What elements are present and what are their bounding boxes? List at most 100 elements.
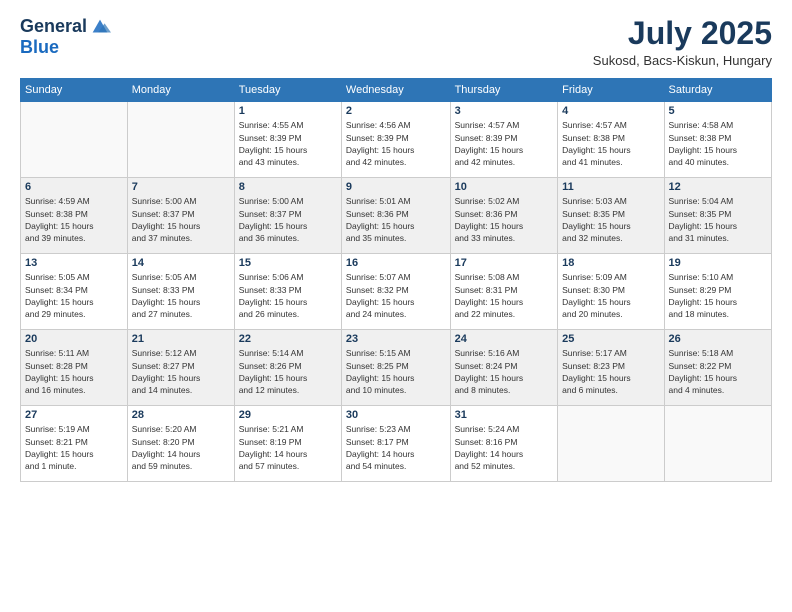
logo-icon [89,16,111,38]
day-number: 3 [455,105,554,117]
calendar-cell: 4Sunrise: 4:57 AM Sunset: 8:38 PM Daylig… [558,102,664,178]
calendar-header-row: Sunday Monday Tuesday Wednesday Thursday… [21,79,772,102]
day-number: 12 [669,181,767,193]
calendar-cell: 11 Sunrise: 5:03 AM Sunset: 8:35 PM Dayli… [558,178,664,254]
day-info: Sunrise: 5:00 AM Sunset: 8:37 PM Dayligh… [239,195,337,244]
day-info: Sunrise: 4:57 AM Sunset: 8:39 PM Dayligh… [455,119,554,168]
day-number: 20 [25,333,123,345]
day-number: 26 [669,333,767,345]
calendar-cell: 12 Sunrise: 5:04 AM Sunset: 8:35 PM Dayli… [664,178,771,254]
day-number: 29 [239,409,337,421]
title-section: July 2025 Sukosd, Bacs-Kiskun, Hungary [593,16,772,68]
day-number: 5 [669,105,767,117]
day-info: Sunrise: 4:56 AM Sunset: 8:39 PM Dayligh… [346,119,446,168]
day-info: Sunrise: 5:03 AM Sunset: 8:35 PM Dayligh… [562,195,659,244]
calendar-cell: 19 Sunrise: 5:10 AM Sunset: 8:29 PM Dayli… [664,254,771,330]
day-info: Sunrise: 5:17 AM Sunset: 8:23 PM Dayligh… [562,347,659,396]
day-info: Sunrise: 5:05 AM Sunset: 8:33 PM Dayligh… [132,271,230,320]
day-number: 17 [455,257,554,269]
day-number: 6 [25,181,123,193]
logo-text-line1: General [20,17,87,37]
day-number: 30 [346,409,446,421]
calendar-row-2: 6 Sunrise: 4:59 AM Sunset: 8:38 PM Daylig… [21,178,772,254]
calendar-row-3: 13 Sunrise: 5:05 AM Sunset: 8:34 PM Dayli… [21,254,772,330]
calendar-cell: 14 Sunrise: 5:05 AM Sunset: 8:33 PM Dayli… [127,254,234,330]
day-info: Sunrise: 4:59 AM Sunset: 8:38 PM Dayligh… [25,195,123,244]
day-number: 28 [132,409,230,421]
header: General Blue July 2025 Sukosd, Bacs-Kisk… [20,16,772,68]
day-number: 18 [562,257,659,269]
day-number: 24 [455,333,554,345]
day-info: Sunrise: 5:09 AM Sunset: 8:30 PM Dayligh… [562,271,659,320]
day-number: 11 [562,181,659,193]
calendar-row-4: 20Sunrise: 5:11 AM Sunset: 8:28 PM Dayli… [21,330,772,406]
calendar-cell [558,406,664,482]
calendar-row-1: 1Sunrise: 4:55 AM Sunset: 8:39 PM Daylig… [21,102,772,178]
calendar-cell: 15 Sunrise: 5:06 AM Sunset: 8:33 PM Dayli… [234,254,341,330]
calendar-cell: 26Sunrise: 5:18 AM Sunset: 8:22 PM Dayli… [664,330,771,406]
calendar-cell: 29 Sunrise: 5:21 AM Sunset: 8:19 PM Dayli… [234,406,341,482]
day-number: 16 [346,257,446,269]
day-number: 15 [239,257,337,269]
calendar-row-5: 27 Sunrise: 5:19 AM Sunset: 8:21 PM Dayli… [21,406,772,482]
day-info: Sunrise: 5:06 AM Sunset: 8:33 PM Dayligh… [239,271,337,320]
day-number: 21 [132,333,230,345]
day-number: 25 [562,333,659,345]
day-info: Sunrise: 5:01 AM Sunset: 8:36 PM Dayligh… [346,195,446,244]
day-info: Sunrise: 5:19 AM Sunset: 8:21 PM Dayligh… [25,423,123,472]
calendar-cell [664,406,771,482]
day-info: Sunrise: 5:14 AM Sunset: 8:26 PM Dayligh… [239,347,337,396]
location-subtitle: Sukosd, Bacs-Kiskun, Hungary [593,53,772,68]
calendar-cell: 5 Sunrise: 4:58 AM Sunset: 8:38 PM Daylig… [664,102,771,178]
day-number: 2 [346,105,446,117]
calendar-cell: 24 Sunrise: 5:16 AM Sunset: 8:24 PM Dayli… [450,330,558,406]
page: General Blue July 2025 Sukosd, Bacs-Kisk… [0,0,792,612]
header-thursday: Thursday [450,79,558,102]
calendar-cell: 20Sunrise: 5:11 AM Sunset: 8:28 PM Dayli… [21,330,128,406]
day-info: Sunrise: 5:12 AM Sunset: 8:27 PM Dayligh… [132,347,230,396]
day-number: 19 [669,257,767,269]
calendar-cell [21,102,128,178]
day-info: Sunrise: 5:16 AM Sunset: 8:24 PM Dayligh… [455,347,554,396]
calendar-cell: 25 Sunrise: 5:17 AM Sunset: 8:23 PM Dayli… [558,330,664,406]
calendar-cell: 27 Sunrise: 5:19 AM Sunset: 8:21 PM Dayli… [21,406,128,482]
day-info: Sunrise: 5:00 AM Sunset: 8:37 PM Dayligh… [132,195,230,244]
day-info: Sunrise: 5:04 AM Sunset: 8:35 PM Dayligh… [669,195,767,244]
calendar-cell: 31 Sunrise: 5:24 AM Sunset: 8:16 PM Dayli… [450,406,558,482]
calendar-cell: 16 Sunrise: 5:07 AM Sunset: 8:32 PM Dayli… [341,254,450,330]
day-info: Sunrise: 5:10 AM Sunset: 8:29 PM Dayligh… [669,271,767,320]
day-info: Sunrise: 4:58 AM Sunset: 8:38 PM Dayligh… [669,119,767,168]
day-info: Sunrise: 5:23 AM Sunset: 8:17 PM Dayligh… [346,423,446,472]
calendar-table: Sunday Monday Tuesday Wednesday Thursday… [20,78,772,482]
day-number: 10 [455,181,554,193]
calendar-cell: 1Sunrise: 4:55 AM Sunset: 8:39 PM Daylig… [234,102,341,178]
day-info: Sunrise: 5:20 AM Sunset: 8:20 PM Dayligh… [132,423,230,472]
header-tuesday: Tuesday [234,79,341,102]
day-info: Sunrise: 5:24 AM Sunset: 8:16 PM Dayligh… [455,423,554,472]
logo-text-line2: Blue [20,38,59,58]
day-number: 9 [346,181,446,193]
day-info: Sunrise: 5:05 AM Sunset: 8:34 PM Dayligh… [25,271,123,320]
day-number: 27 [25,409,123,421]
day-number: 23 [346,333,446,345]
day-info: Sunrise: 5:02 AM Sunset: 8:36 PM Dayligh… [455,195,554,244]
header-wednesday: Wednesday [341,79,450,102]
day-number: 14 [132,257,230,269]
calendar-cell: 10 Sunrise: 5:02 AM Sunset: 8:36 PM Dayli… [450,178,558,254]
calendar-cell: 18 Sunrise: 5:09 AM Sunset: 8:30 PM Dayli… [558,254,664,330]
month-title: July 2025 [593,16,772,51]
calendar-cell: 23 Sunrise: 5:15 AM Sunset: 8:25 PM Dayli… [341,330,450,406]
calendar-cell: 30 Sunrise: 5:23 AM Sunset: 8:17 PM Dayli… [341,406,450,482]
header-monday: Monday [127,79,234,102]
day-info: Sunrise: 4:57 AM Sunset: 8:38 PM Dayligh… [562,119,659,168]
calendar-cell: 8Sunrise: 5:00 AM Sunset: 8:37 PM Daylig… [234,178,341,254]
calendar-cell: 13 Sunrise: 5:05 AM Sunset: 8:34 PM Dayli… [21,254,128,330]
day-info: Sunrise: 5:15 AM Sunset: 8:25 PM Dayligh… [346,347,446,396]
header-friday: Friday [558,79,664,102]
day-info: Sunrise: 5:21 AM Sunset: 8:19 PM Dayligh… [239,423,337,472]
day-number: 7 [132,181,230,193]
day-number: 31 [455,409,554,421]
day-info: Sunrise: 5:07 AM Sunset: 8:32 PM Dayligh… [346,271,446,320]
day-number: 13 [25,257,123,269]
calendar-cell [127,102,234,178]
